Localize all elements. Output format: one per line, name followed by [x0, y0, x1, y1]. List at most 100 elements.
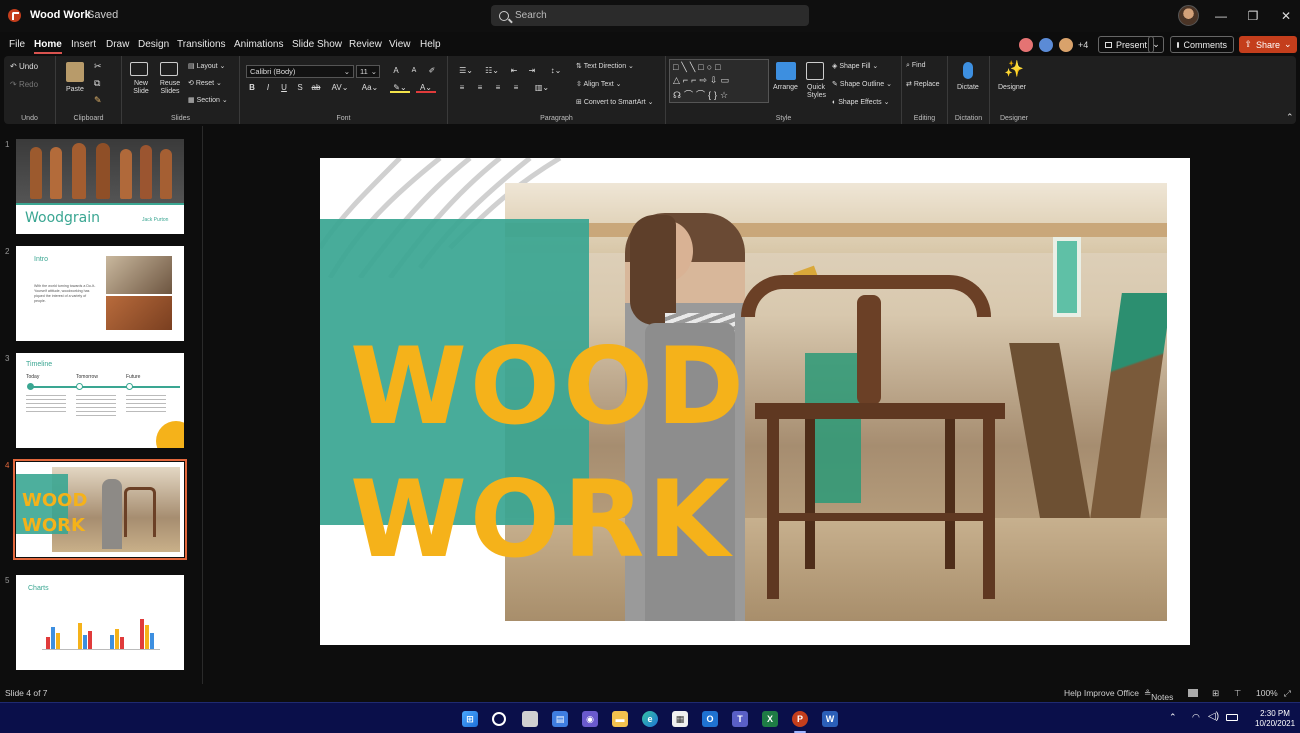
- paste-label[interactable]: Paste: [66, 86, 84, 93]
- increase-indent-icon[interactable]: ⇥: [526, 66, 538, 76]
- quick-styles-label[interactable]: Quick Styles: [807, 84, 826, 100]
- collaborator-count[interactable]: +4: [1078, 40, 1088, 50]
- edge-icon[interactable]: e: [642, 711, 658, 727]
- shadow-icon[interactable]: S: [294, 83, 306, 93]
- search-input[interactable]: [515, 10, 795, 21]
- slide-title-line2[interactable]: WORK: [350, 467, 733, 573]
- tab-insert[interactable]: Insert: [71, 39, 96, 50]
- file-explorer-icon[interactable]: ▬: [612, 711, 628, 727]
- shape-row-icon[interactable]: △⌐⌐⇨⇩▭: [673, 75, 732, 86]
- redo-button[interactable]: ↷ Redo: [10, 80, 38, 89]
- teams-icon[interactable]: T: [732, 711, 748, 727]
- present-button[interactable]: Present: [1098, 36, 1154, 53]
- paste-icon[interactable]: [66, 62, 84, 82]
- powerpoint-icon[interactable]: P: [792, 711, 808, 727]
- comments-button[interactable]: Comments: [1170, 36, 1234, 53]
- reset-button[interactable]: ⟲ Reset ⌄: [188, 79, 222, 87]
- notes-button[interactable]: ≗ Notes: [1144, 688, 1173, 702]
- font-name-dropdown[interactable]: Calibri (Body) ⌄: [246, 65, 354, 78]
- format-painter-icon[interactable]: ✎: [94, 95, 102, 106]
- share-button[interactable]: ⇪ Share ⌄: [1239, 36, 1297, 53]
- account-avatar[interactable]: [1178, 5, 1199, 26]
- align-right-icon[interactable]: ≡: [492, 83, 504, 93]
- collaborator-avatar[interactable]: [1018, 37, 1034, 53]
- tab-transitions[interactable]: Transitions: [177, 39, 226, 50]
- system-clock[interactable]: 2:30 PM 10/20/2021: [1255, 709, 1295, 729]
- tab-home[interactable]: Home: [34, 39, 62, 54]
- new-slide-icon[interactable]: [130, 62, 148, 76]
- clear-formatting-icon[interactable]: ✐: [426, 66, 438, 76]
- cut-icon[interactable]: ✂: [94, 61, 102, 72]
- italic-icon[interactable]: I: [262, 83, 274, 93]
- text-direction-button[interactable]: ⇅ Text Direction ⌄: [576, 62, 634, 70]
- justify-icon[interactable]: ≡: [510, 83, 522, 93]
- restore-button[interactable]: ❐: [1243, 6, 1263, 26]
- chevron-up-icon[interactable]: ⌃: [1169, 712, 1177, 723]
- highlight-color-icon[interactable]: ✎⌄: [390, 83, 410, 93]
- collaborator-avatar[interactable]: [1038, 37, 1054, 53]
- grow-font-icon[interactable]: A: [390, 66, 402, 76]
- font-color-icon[interactable]: A⌄: [416, 83, 436, 93]
- minimize-button[interactable]: —: [1211, 6, 1231, 26]
- help-improve-office-link[interactable]: Help Improve Office: [1064, 688, 1139, 698]
- decrease-indent-icon[interactable]: ⇤: [508, 66, 520, 76]
- tab-file[interactable]: File: [9, 39, 25, 50]
- shape-row-icon[interactable]: ☊⌒⌒{}☆: [673, 88, 731, 101]
- wifi-icon[interactable]: ◠: [1192, 712, 1200, 723]
- undo-button[interactable]: ↶ Undo: [10, 62, 38, 71]
- search-bar[interactable]: [491, 5, 809, 26]
- designer-icon[interactable]: ✨: [1004, 59, 1024, 79]
- search-icon[interactable]: [492, 712, 506, 726]
- align-left-icon[interactable]: ≡: [456, 83, 468, 93]
- character-spacing-icon[interactable]: AV⌄: [330, 83, 350, 93]
- tab-help[interactable]: Help: [420, 39, 441, 50]
- layout-button[interactable]: ▤ Layout ⌄: [188, 62, 225, 70]
- shape-fill-button[interactable]: ◈ Shape Fill ⌄: [832, 62, 878, 70]
- underline-icon[interactable]: U: [278, 83, 290, 93]
- zoom-level[interactable]: 100%: [1256, 688, 1278, 698]
- strikethrough-icon[interactable]: ab: [310, 83, 322, 93]
- chat-icon[interactable]: ◉: [582, 711, 598, 727]
- tab-review[interactable]: Review: [349, 39, 382, 50]
- tab-design[interactable]: Design: [138, 39, 169, 50]
- battery-icon[interactable]: [1226, 714, 1238, 721]
- convert-smartart-button[interactable]: ⊞ Convert to SmartArt ⌄: [576, 98, 653, 106]
- fit-to-window-icon[interactable]: ⤢: [1284, 688, 1291, 699]
- align-text-button[interactable]: ⇳ Align Text ⌄: [576, 80, 621, 88]
- present-dropdown[interactable]: ⌄: [1148, 36, 1164, 53]
- tab-draw[interactable]: Draw: [106, 39, 129, 50]
- thumbnail-slide-4[interactable]: WOOD WORK: [13, 459, 187, 560]
- numbering-icon[interactable]: ☷⌄: [482, 66, 502, 76]
- microphone-icon[interactable]: [963, 62, 973, 79]
- copy-icon[interactable]: ⧉: [94, 78, 100, 89]
- arrange-icon[interactable]: [776, 62, 796, 80]
- arrange-label[interactable]: Arrange: [773, 84, 798, 91]
- bullets-icon[interactable]: ☰⌄: [456, 66, 476, 76]
- tab-view[interactable]: View: [389, 39, 411, 50]
- bold-icon[interactable]: B: [246, 83, 258, 93]
- shapes-gallery[interactable]: □╲╲□○□ △⌐⌐⇨⇩▭ ☊⌒⌒{}☆: [669, 59, 769, 103]
- line-spacing-icon[interactable]: ↕⌄: [546, 66, 566, 76]
- reading-view-icon[interactable]: ⊤: [1234, 688, 1241, 699]
- normal-view-icon[interactable]: [1188, 689, 1198, 697]
- tab-slide-show[interactable]: Slide Show: [292, 39, 342, 50]
- replace-button[interactable]: ⇄ Replace: [906, 80, 940, 88]
- font-size-dropdown[interactable]: 11 ⌄: [356, 65, 380, 78]
- thumbnail-slide-3[interactable]: Timeline Today Tomorrow Future: [16, 353, 184, 448]
- find-button[interactable]: ⌕ Find: [906, 62, 926, 70]
- thumbnail-slide-1[interactable]: Woodgrain Jack Purton: [16, 139, 184, 234]
- align-center-icon[interactable]: ≡: [474, 83, 486, 93]
- start-icon[interactable]: ⊞: [462, 711, 478, 727]
- task-view-icon[interactable]: [522, 711, 538, 727]
- shape-row-icon[interactable]: □╲╲□○□: [673, 62, 724, 73]
- slide-title-line1[interactable]: WOOD: [350, 334, 747, 440]
- word-icon[interactable]: W: [822, 711, 838, 727]
- thumbnail-slide-5[interactable]: Charts: [16, 575, 184, 670]
- tab-animations[interactable]: Animations: [234, 39, 283, 50]
- shape-effects-button[interactable]: ◐ Shape Effects ⌄: [832, 98, 889, 106]
- reuse-slides-label[interactable]: Reuse Slides: [159, 80, 181, 96]
- collapse-ribbon-icon[interactable]: ⌃: [1286, 112, 1294, 123]
- thumbnail-slide-2[interactable]: Intro With the world turning towards a D…: [16, 246, 184, 341]
- volume-icon[interactable]: ◁): [1208, 711, 1219, 722]
- store-icon[interactable]: ▦: [672, 711, 688, 727]
